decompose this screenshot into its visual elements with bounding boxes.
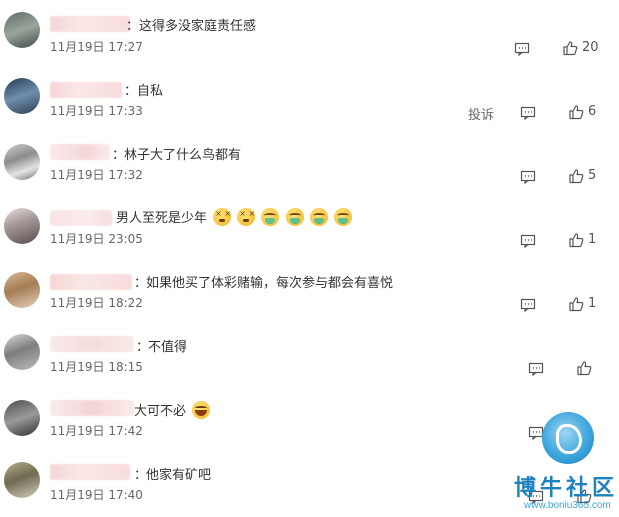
like-count: 5 [588, 168, 597, 183]
reply-comment-icon[interactable] [528, 361, 544, 377]
comment-time: 11月19日 18:15 [50, 360, 143, 374]
avatar[interactable] [4, 78, 40, 114]
like-count: 1 [588, 232, 597, 247]
avatar[interactable] [4, 12, 40, 48]
comment-item: ： 不值得 11月19日 18:15 [0, 320, 619, 384]
comment-time: 11月19日 17:40 [50, 488, 143, 502]
thumbs-up-icon[interactable] [568, 296, 584, 312]
dizzy-face-emoji-icon [213, 208, 232, 226]
comment-item: ： 林子大了什么鸟都有 11月19日 17:32 5 [0, 128, 619, 192]
avatar[interactable] [4, 208, 40, 244]
thumbs-up-icon[interactable] [568, 232, 584, 248]
username-masked[interactable] [50, 400, 134, 416]
comment-item: ： 自私 11月19日 17:33 投诉 6 [0, 64, 619, 128]
comment-text: 他家有矿吧 [146, 468, 212, 483]
comment-text: 这得多没家庭责任感 [139, 19, 257, 34]
vomiting-face-emoji-icon [261, 208, 280, 226]
laughing-face-emoji-icon [192, 401, 211, 419]
thumbs-up-icon[interactable] [568, 104, 584, 120]
reply-comment-icon[interactable] [520, 169, 536, 185]
thumbs-up-icon[interactable] [576, 360, 592, 376]
report-link[interactable]: 投诉 [468, 104, 494, 123]
comment-time: 11月19日 17:33 [50, 104, 143, 118]
like-count: 20 [582, 40, 599, 55]
comment-time: 11月19日 17:27 [50, 40, 143, 54]
username-masked[interactable] [50, 274, 132, 290]
reply-comment-icon[interactable] [520, 233, 536, 249]
comment-text-body: 大可不必 [134, 404, 187, 419]
vomiting-face-emoji-icon [309, 208, 328, 226]
username-masked[interactable] [50, 464, 130, 480]
avatar[interactable] [4, 272, 40, 308]
comment-item: 男人至死是少年 11月19日 23:05 1 [0, 192, 619, 256]
name-colon: ： [124, 84, 138, 99]
comment-time: 11月19日 18:22 [50, 296, 143, 310]
vomiting-face-emoji-icon [285, 208, 304, 226]
comment-text-body: 男人至死是少年 [116, 211, 208, 226]
avatar[interactable] [4, 462, 40, 498]
watermark-title: 博牛社区 [514, 476, 619, 501]
thumbs-up-icon[interactable] [562, 40, 578, 56]
avatar[interactable] [4, 144, 40, 180]
comment-text: 自私 [137, 84, 164, 99]
comment-time: 11月19日 17:32 [50, 168, 143, 182]
vomiting-face-emoji-icon [333, 208, 352, 226]
comment-text: 男人至死是少年 [116, 207, 352, 226]
comment-time: 11月19日 23:05 [50, 232, 143, 246]
username-masked[interactable] [50, 210, 112, 226]
site-watermark: 博牛社区 www.boniu365.com [510, 412, 618, 517]
comment-item: ： 这得多没家庭责任感 11月19日 17:27 20 [0, 0, 619, 64]
reply-comment-icon[interactable] [514, 41, 530, 57]
watermark-url: www.boniu365.com [524, 500, 611, 511]
bull-logo-icon [542, 412, 594, 464]
avatar[interactable] [4, 334, 40, 370]
like-count: 1 [588, 296, 597, 311]
comment-time: 11月19日 17:42 [50, 424, 143, 438]
comment-text: 如果他买了体彩赌输，每次参与都会有喜悦 [146, 276, 394, 291]
comment-item: ： 如果他买了体彩赌输，每次参与都会有喜悦 11月19日 18:22 1 [0, 256, 619, 320]
comment-text: 大可不必 [134, 400, 211, 419]
username-masked[interactable] [50, 16, 130, 32]
like-count: 6 [588, 104, 597, 119]
reply-comment-icon[interactable] [520, 297, 536, 313]
dizzy-face-emoji-icon [237, 208, 256, 226]
username-masked[interactable] [50, 144, 110, 160]
thumbs-up-icon[interactable] [568, 168, 584, 184]
comment-text: 林子大了什么鸟都有 [124, 148, 242, 163]
username-masked[interactable] [50, 82, 122, 98]
name-colon: ： [126, 19, 140, 34]
username-masked[interactable] [50, 336, 134, 352]
avatar[interactable] [4, 400, 40, 436]
comment-text: 不值得 [148, 340, 188, 355]
reply-comment-icon[interactable] [520, 105, 536, 121]
